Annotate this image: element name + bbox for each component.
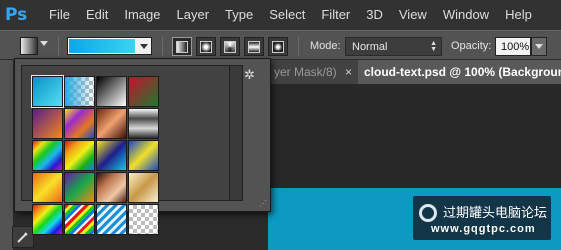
gradient-swatch[interactable]: [96, 172, 127, 203]
gradient-swatch-grid: [31, 75, 159, 235]
watermark-url: www.gqgtpc.com: [431, 223, 536, 235]
angle-gradient-icon: [224, 40, 236, 53]
gradient-swatch[interactable]: [96, 108, 127, 139]
gradient-swatch[interactable]: [32, 204, 63, 235]
gradient-preview-fill[interactable]: [69, 39, 135, 53]
mode-select[interactable]: Normal ▲ ▼: [345, 37, 442, 56]
opacity-input[interactable]: 100%: [495, 37, 531, 56]
gradient-swatch-area: [21, 65, 230, 235]
divider: [162, 36, 163, 56]
close-icon[interactable]: ×: [345, 60, 352, 84]
diamond-gradient-icon: [272, 40, 284, 53]
chevron-down-icon: [139, 43, 148, 49]
watermark-logo: [419, 204, 437, 222]
opacity-label: Opacity:: [451, 40, 492, 52]
menu-3d[interactable]: 3D: [358, 0, 391, 30]
menu-bar: Ps File Edit Image Layer Type Select Fil…: [0, 0, 561, 30]
radial-gradient-button[interactable]: [196, 37, 216, 56]
menu-select[interactable]: Select: [261, 0, 313, 30]
gradient-swatch[interactable]: [128, 172, 159, 203]
mode-label: Mode:: [310, 40, 341, 52]
menu-window[interactable]: Window: [435, 0, 497, 30]
angle-gradient-button[interactable]: [220, 37, 240, 56]
menu-type[interactable]: Type: [217, 0, 261, 30]
swatch-scrollbar[interactable]: [230, 65, 243, 201]
radial-gradient-icon: [200, 40, 212, 53]
mode-value: Normal: [352, 41, 388, 53]
gradient-swatch[interactable]: [64, 204, 95, 235]
gradient-swatch[interactable]: [64, 140, 95, 171]
opacity-slider-button[interactable]: [531, 37, 547, 56]
gradient-swatch[interactable]: [128, 108, 159, 139]
options-bar: Mode: Normal ▲ ▼ Opacity: 100%: [0, 30, 561, 60]
tab-label: yer Mask/8): [274, 65, 337, 79]
gradient-tool-preset-icon[interactable]: [20, 37, 38, 55]
gradient-swatch[interactable]: [64, 172, 95, 203]
tab-layer-mask-doc[interactable]: yer Mask/8): [268, 60, 344, 84]
reflected-gradient-button[interactable]: [244, 37, 264, 56]
divider: [58, 36, 59, 56]
eyedropper-tool-button[interactable]: [12, 226, 34, 248]
watermark: 过期罐头电脑论坛 www.gqgtpc.com: [413, 196, 551, 240]
updown-arrows-icon: ▲ ▼: [430, 40, 437, 53]
gradient-swatch[interactable]: [96, 204, 127, 235]
reflected-gradient-icon: [248, 40, 260, 53]
tab-label: cloud-text.psd @ 100% (Background,: [364, 65, 561, 79]
gear-icon[interactable]: ✲: [244, 67, 255, 83]
diamond-gradient-button[interactable]: [268, 37, 288, 56]
gradient-swatch[interactable]: [128, 204, 159, 235]
divider: [298, 36, 299, 56]
tools-panel: [0, 60, 14, 250]
gradient-swatch[interactable]: [96, 76, 127, 107]
menu-layer[interactable]: Layer: [169, 0, 218, 30]
menu-file[interactable]: File: [41, 0, 78, 30]
gradient-swatch[interactable]: [128, 140, 159, 171]
gradient-swatch[interactable]: [31, 75, 64, 108]
gradient-picker-panel: ✲ ⋰: [14, 58, 271, 235]
gradient-preview[interactable]: [67, 37, 152, 55]
gradient-picker-dropdown-button[interactable]: [136, 38, 151, 54]
tool-preset-caret-icon[interactable]: [40, 41, 48, 46]
gradient-swatch[interactable]: [32, 172, 63, 203]
resize-grip-icon[interactable]: ⋰: [259, 199, 267, 208]
gradient-swatch[interactable]: [64, 108, 95, 139]
watermark-text: 过期罐头电脑论坛: [443, 206, 548, 221]
gradient-swatch[interactable]: [96, 140, 127, 171]
eyedropper-icon: [17, 232, 28, 243]
gradient-swatch[interactable]: [32, 108, 63, 139]
chevron-down-icon: [535, 44, 543, 49]
menu-edit[interactable]: Edit: [78, 0, 116, 30]
document-tabs: yer Mask/8) × cloud-text.psd @ 100% (Bac…: [268, 60, 561, 84]
menu-image[interactable]: Image: [116, 0, 168, 30]
menu-view[interactable]: View: [391, 0, 435, 30]
menu-help[interactable]: Help: [497, 0, 540, 30]
gradient-swatch[interactable]: [64, 76, 95, 107]
linear-gradient-button[interactable]: [172, 37, 192, 56]
gradient-swatch[interactable]: [32, 140, 63, 171]
gradient-swatch[interactable]: [128, 76, 159, 107]
linear-gradient-icon: [176, 40, 188, 53]
menu-filter[interactable]: Filter: [313, 0, 358, 30]
tab-cloud-text[interactable]: cloud-text.psd @ 100% (Background,: [358, 60, 561, 84]
photoshop-logo: Ps: [5, 5, 28, 25]
